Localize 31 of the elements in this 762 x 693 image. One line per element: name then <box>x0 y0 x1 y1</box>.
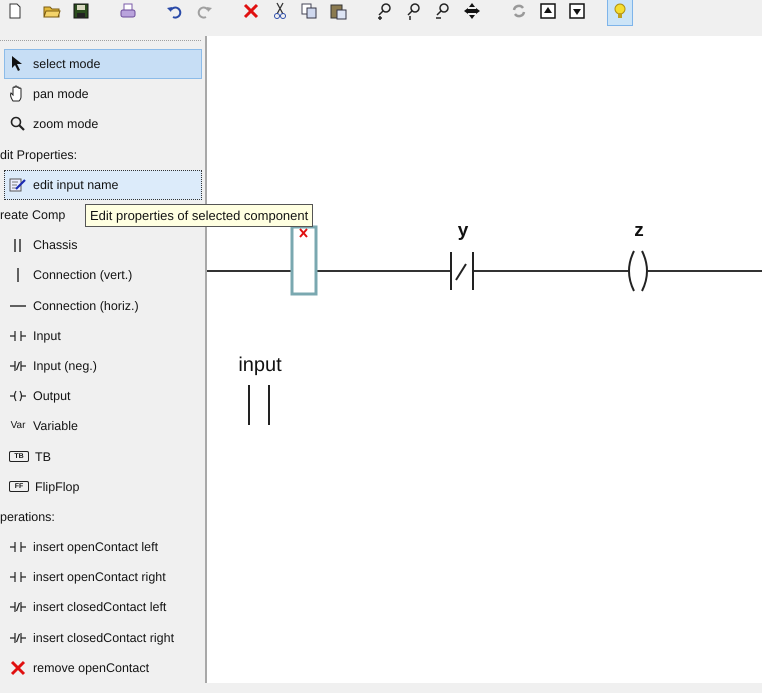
tool-item[interactable]: insert closedContact right <box>4 622 202 653</box>
vertical-line-icon <box>17 268 19 282</box>
tool-item[interactable]: Connection (vert.) <box>4 260 202 290</box>
section-heading: dit Properties: <box>0 148 78 162</box>
tooltip: Edit properties of selected component <box>85 204 314 227</box>
edit-icon <box>9 176 27 194</box>
tool-item[interactable]: edit input name <box>4 170 202 200</box>
section-heading: perations: <box>0 510 55 524</box>
horizontal-line-icon <box>10 304 26 307</box>
tool-item[interactable]: Chassis <box>4 230 202 260</box>
tool-item[interactable]: insert closedContact left <box>4 592 202 623</box>
component-label: y <box>458 220 468 241</box>
section-heading: reate Comp <box>0 208 66 222</box>
icon-label: Var <box>10 421 26 432</box>
remove-icon <box>9 658 27 677</box>
tool-item[interactable]: Input (neg.) <box>4 350 202 382</box>
tool-item[interactable]: Connection (horiz.) <box>4 290 202 321</box>
tool-item[interactable]: Output <box>4 381 202 412</box>
tool-item[interactable]: pan mode <box>4 79 202 110</box>
open-contact[interactable] <box>248 384 270 426</box>
tool-item[interactable]: select mode <box>4 49 202 80</box>
component-label: input <box>238 354 282 376</box>
tool-item[interactable]: remove openContact <box>4 652 202 683</box>
tool-item[interactable]: Var Variable <box>4 411 202 442</box>
tool-item[interactable]: zoom mode <box>4 109 202 140</box>
block-component[interactable] <box>290 226 318 296</box>
component-label: z <box>634 220 644 241</box>
search-icon <box>9 115 27 134</box>
tool-item[interactable]: insert openContact left <box>4 532 202 562</box>
tool-item[interactable]: insert openContact right <box>4 562 202 592</box>
tool-item[interactable]: Input <box>4 320 202 351</box>
